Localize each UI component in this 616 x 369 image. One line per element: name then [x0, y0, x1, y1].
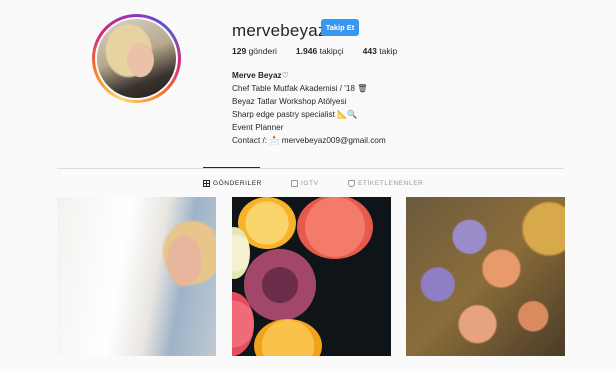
tab-tagged-label: ETİKETLENENLER [358, 180, 424, 187]
follow-button[interactable]: Takip Et [321, 19, 359, 36]
bio-line: Chef Table Mutfak Akademisi / '18 🗑 [232, 84, 368, 93]
citrus-slice [254, 319, 322, 356]
bio-name: Merve Beyaz [232, 71, 282, 80]
stat-posts: 129 gönderi [232, 46, 277, 56]
tab-igtv[interactable]: IGTV [291, 180, 319, 187]
stat-followers-count: 1.946 [295, 46, 318, 56]
post-thumbnail[interactable] [232, 197, 391, 356]
stat-following-count: 443 [362, 46, 377, 56]
bio-contact: Contact /: 📩 mervebeyaz009@gmail.com [232, 136, 386, 145]
stat-posts-label: gönderi [248, 46, 277, 56]
bio-line: Event Planner [232, 123, 284, 132]
profile-avatar[interactable] [92, 14, 181, 103]
bio-line: Sharp edge pastry specialist 📐🔍 [232, 110, 358, 119]
post-thumbnail[interactable] [406, 197, 565, 356]
profile-stats: 129 gönderi 1.946 takipçi 443 takip [232, 46, 416, 56]
stat-followers[interactable]: 1.946 takipçi [296, 46, 344, 56]
stat-following[interactable]: 443 takip [363, 46, 398, 56]
stat-posts-count: 129 [232, 46, 247, 56]
profile-username: mervebeyaz [232, 21, 327, 40]
profile-bio: Merve Beyaz♡ Chef Table Mutfak Akademisi… [232, 69, 386, 147]
tab-posts[interactable]: GÖNDERILER [203, 180, 262, 187]
grid-icon [203, 180, 210, 187]
tv-icon [291, 180, 298, 187]
avatar-frame [95, 17, 178, 100]
tabs-divider [57, 168, 564, 169]
avatar-photo [97, 19, 176, 98]
post-thumbnail[interactable] [57, 197, 216, 356]
stat-followers-label: takipçi [319, 46, 344, 56]
tab-posts-label: GÖNDERILER [213, 180, 262, 187]
tab-igtv-label: IGTV [301, 180, 319, 187]
tab-active-indicator [203, 167, 260, 168]
background-gap [336, 259, 376, 299]
citrus-slice [297, 197, 373, 259]
citrus-slice [244, 249, 316, 321]
tab-tagged[interactable]: ETİKETLENENLER [348, 180, 423, 187]
stat-following-label: takip [379, 46, 398, 56]
tag-icon [348, 180, 355, 187]
heart-icon: ♡ [281, 71, 289, 80]
bio-line: Beyaz Tatlar Workshop Atölyesi [232, 97, 347, 106]
